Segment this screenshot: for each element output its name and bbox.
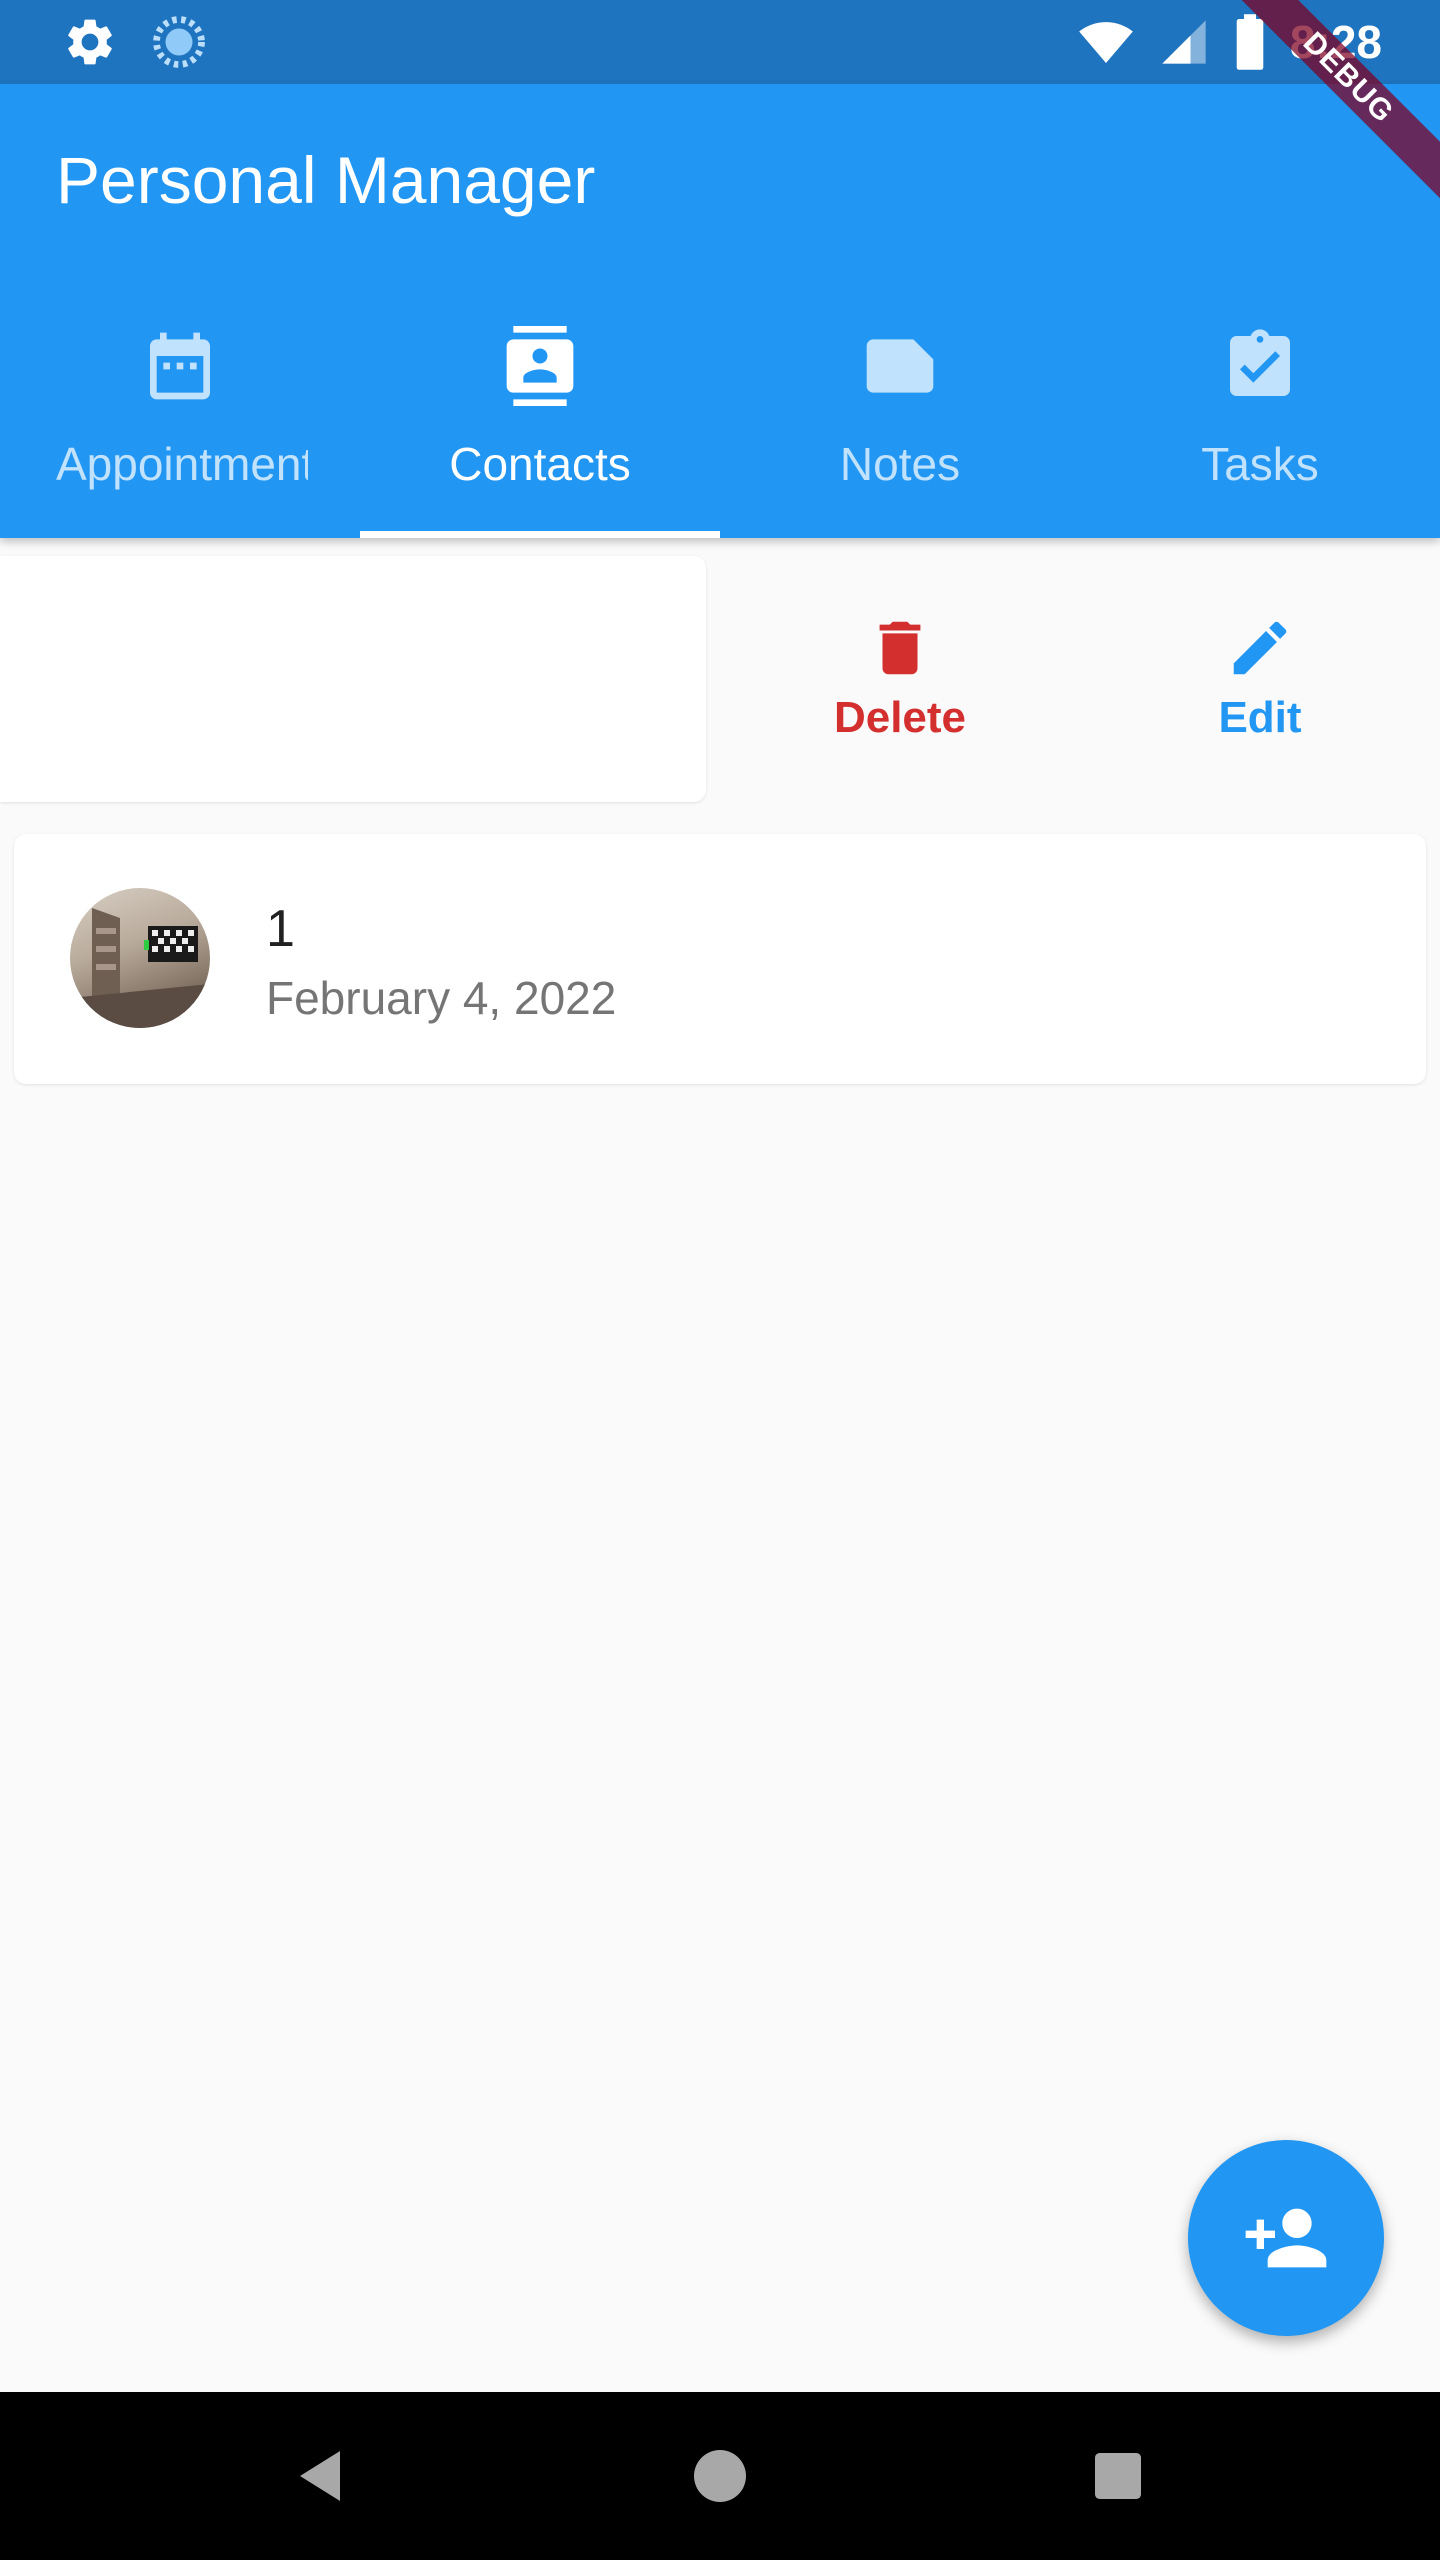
wifi-icon xyxy=(1079,22,1133,63)
pencil-icon xyxy=(1233,621,1287,675)
slid-contact-card[interactable] xyxy=(0,556,706,802)
photo-avatar xyxy=(70,908,210,1028)
recent-apps-button[interactable] xyxy=(1078,2436,1158,2516)
status-time: 8:28 xyxy=(1289,16,1382,68)
tab-label: Contacts xyxy=(449,438,631,490)
contact-date: February 4, 2022 xyxy=(266,972,617,1024)
app-bar: Personal Manager Appointments Contacts N… xyxy=(0,84,1440,538)
sync-icon xyxy=(153,16,205,68)
contact-name: 1 xyxy=(266,900,295,958)
page-title: Personal Manager xyxy=(56,143,596,217)
list-item[interactable]: 1 February 4, 2022 xyxy=(14,834,1426,1084)
add-person-icon xyxy=(1245,2208,1327,2268)
trash-icon xyxy=(879,621,921,675)
edit-label: Edit xyxy=(1218,693,1302,742)
gear-icon xyxy=(68,19,112,65)
tab-appointments[interactable]: Appointments xyxy=(0,296,360,538)
delete-label: Delete xyxy=(833,693,967,742)
slidable-row: Delete Edit xyxy=(0,556,1440,802)
note-icon xyxy=(866,339,934,393)
tab-bar: Appointments Contacts Notes Tasks xyxy=(0,296,1440,538)
system-navigation-bar xyxy=(0,2392,1440,2560)
calendar-icon xyxy=(150,332,210,400)
tab-label: Notes xyxy=(839,438,961,490)
avatar xyxy=(70,888,210,1028)
tab-contacts[interactable]: Contacts xyxy=(360,296,720,538)
recent-square-icon xyxy=(1095,2453,1141,2499)
back-button[interactable] xyxy=(280,2436,360,2516)
back-triangle-icon xyxy=(300,2451,340,2501)
contacts-icon xyxy=(506,326,574,406)
status-bar: 8:28 xyxy=(0,0,1440,84)
tab-tasks[interactable]: Tasks xyxy=(1080,296,1440,538)
battery-icon xyxy=(1236,14,1264,70)
home-button[interactable] xyxy=(680,2436,760,2516)
edit-button[interactable]: Edit xyxy=(1080,556,1440,802)
add-contact-button[interactable] xyxy=(1188,2140,1384,2336)
task-check-icon xyxy=(1230,329,1290,396)
active-tab-indicator xyxy=(360,531,720,538)
delete-button[interactable]: Delete xyxy=(720,556,1080,802)
tab-notes[interactable]: Notes xyxy=(720,296,1080,538)
tab-label: Tasks xyxy=(1201,438,1319,490)
tab-label: Appointments xyxy=(56,438,308,490)
home-circle-icon xyxy=(694,2450,746,2502)
signal-icon xyxy=(1162,20,1206,64)
